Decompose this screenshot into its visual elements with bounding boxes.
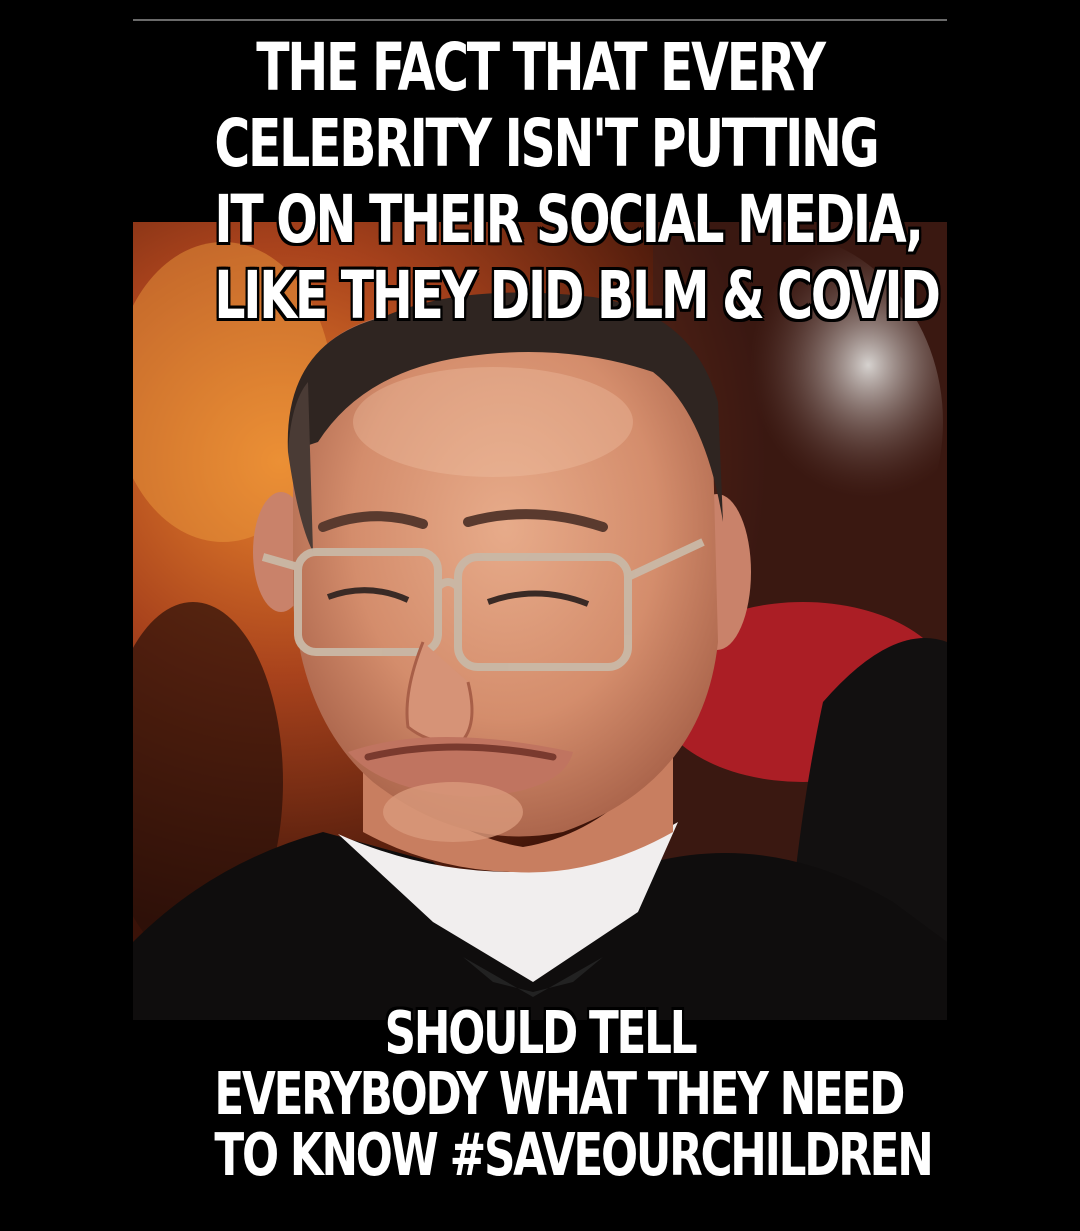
- bottom-caption-line: EVERYBODY WHAT THEY NEED: [214, 1059, 905, 1128]
- top-caption-line: LIKE THEY DID BLM & COVID: [214, 257, 941, 334]
- photo-man-with-glasses: [133, 222, 947, 1020]
- top-caption-line: THE FACT THAT EVERY: [256, 29, 826, 106]
- top-caption-line: CELEBRITY ISN'T PUTTING: [214, 105, 879, 182]
- top-caption-line: IT ON THEIR SOCIAL MEDIA,: [214, 181, 924, 258]
- top-caption: THE FACT THAT EVERY CELEBRITY ISN'T PUTT…: [214, 29, 941, 334]
- bottom-caption-line: SHOULD TELL: [384, 998, 698, 1067]
- bottom-caption-line: TO KNOW #SAVEOURCHILDREN: [214, 1120, 933, 1189]
- bottom-caption: SHOULD TELL EVERYBODY WHAT THEY NEED TO …: [214, 998, 933, 1189]
- meme-image: THE FACT THAT EVERY CELEBRITY ISN'T PUTT…: [0, 0, 1080, 1231]
- top-divider-line: [133, 19, 947, 21]
